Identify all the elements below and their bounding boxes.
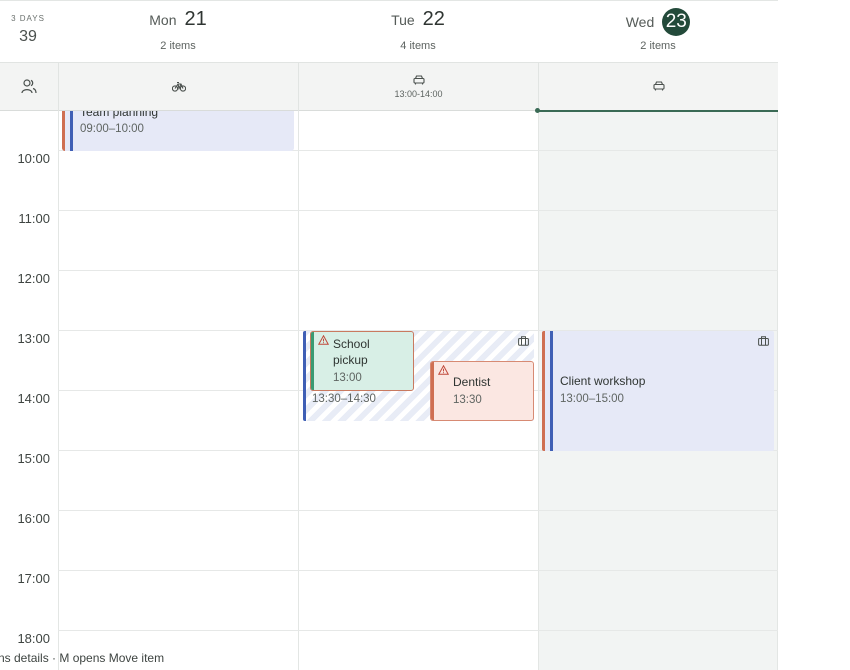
week-number: 39 xyxy=(19,28,37,45)
day-item-count: 2 items xyxy=(640,40,676,52)
strip-cell-tue[interactable]: 13:00-14:00 xyxy=(298,62,538,111)
strip-cell-wed[interactable] xyxy=(538,62,778,111)
briefcase-icon xyxy=(758,336,769,346)
event-title: Dentist xyxy=(453,375,491,389)
day-number: 22 xyxy=(422,8,445,30)
car-icon xyxy=(412,75,425,85)
day-header-tue[interactable]: Tue 22 4 items xyxy=(298,0,538,62)
day-of-week: Wed xyxy=(625,14,655,30)
people-icon xyxy=(21,79,37,94)
event-client-workshop[interactable]: Client workshop 13:00–15:00 xyxy=(542,331,774,451)
strip-time-range: 13:00-14:00 xyxy=(394,89,443,99)
today-day-number: 23 xyxy=(662,8,691,36)
keyboard-hint: ns details · M opens Move item xyxy=(0,651,165,665)
day-header-wed[interactable]: Wed 23 2 items xyxy=(538,0,778,62)
warning-icon xyxy=(318,335,329,345)
day-item-count: 4 items xyxy=(400,40,436,52)
event-time: 13:30 xyxy=(453,394,482,406)
events-layer: Team planning 09:00–10:00 13:30–14:30 Sc… xyxy=(0,111,778,670)
view-span-label[interactable]: 3 DAYS xyxy=(0,14,56,23)
briefcase-icon xyxy=(518,336,529,346)
event-time: 13:00 xyxy=(333,372,362,384)
day-of-week: Mon xyxy=(149,11,177,28)
day-of-week: Tue xyxy=(391,11,415,28)
strip-cell-mon[interactable] xyxy=(58,62,298,111)
event-dentist[interactable]: Dentist 13:30 xyxy=(430,361,534,421)
day-number: 21 xyxy=(184,8,207,30)
event-team-planning[interactable]: Team planning 09:00–10:00 xyxy=(62,111,294,151)
car-icon xyxy=(652,81,665,91)
people-toggle[interactable] xyxy=(0,62,58,111)
event-title: Client workshop xyxy=(560,374,646,388)
warning-icon xyxy=(438,365,449,375)
event-time: 09:00–10:00 xyxy=(80,123,144,135)
event-title: School pickup xyxy=(333,337,370,367)
event-time: 13:30–14:30 xyxy=(312,393,376,405)
event-title: Team planning xyxy=(80,111,159,119)
event-school-pickup[interactable]: School pickup 13:00 xyxy=(310,331,414,391)
event-time: 13:00–15:00 xyxy=(560,393,624,405)
day-item-count: 2 items xyxy=(160,40,196,52)
bicycle-icon xyxy=(171,81,186,92)
day-header-mon[interactable]: Mon 21 2 items xyxy=(58,0,298,62)
